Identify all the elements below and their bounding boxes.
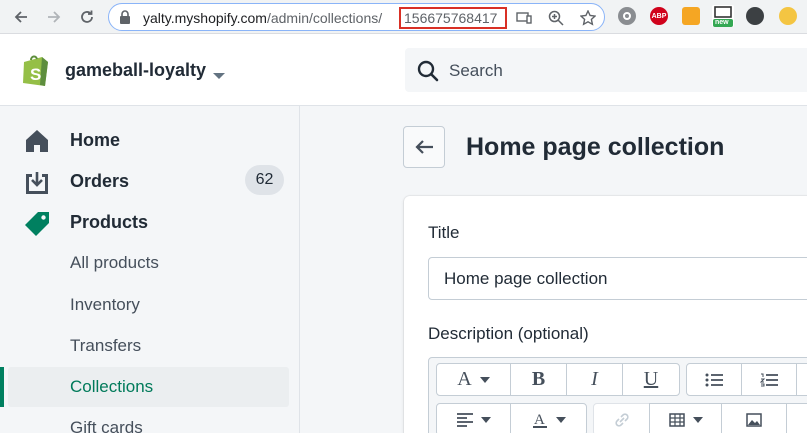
svg-text:A: A <box>534 412 545 428</box>
browser-chrome: yalty.myshopify.com/admin/collections/ 1… <box>0 0 807 34</box>
italic-button[interactable]: I <box>566 363 623 396</box>
address-bar[interactable]: yalty.myshopify.com/admin/collections/ 1… <box>108 3 605 31</box>
reload-icon[interactable] <box>76 6 98 28</box>
italic-label: I <box>591 368 598 390</box>
sidebar-item-home[interactable]: Home <box>0 120 300 160</box>
url-text: yalty.myshopify.com/admin/collections/ 1… <box>143 7 507 29</box>
text-color-icon: A <box>532 412 547 428</box>
lock-icon <box>119 10 131 29</box>
admin-top-bar: S gameball-loyalty Search <box>0 34 807 106</box>
link-button[interactable] <box>593 403 650 433</box>
numbered-list-icon <box>760 373 778 386</box>
cart-icon[interactable] <box>682 7 700 25</box>
bookmark-star-icon[interactable] <box>579 9 597 27</box>
search-icon <box>417 60 439 87</box>
sidebar-item-label: Home <box>70 130 121 150</box>
table-icon <box>668 412 685 427</box>
sidebar-item-label: Orders <box>70 171 130 191</box>
align-button[interactable] <box>436 403 511 433</box>
sidebar-subitem-label: Collections <box>70 377 154 396</box>
search-input[interactable]: Search <box>405 48 807 92</box>
orders-icon <box>24 170 50 194</box>
sidebar-item-orders[interactable]: Orders 62 <box>0 161 300 201</box>
search-placeholder: Search <box>449 61 503 80</box>
bold-label: B <box>531 368 546 390</box>
image-icon <box>746 412 762 427</box>
description-label: Description (optional) <box>428 324 589 343</box>
chevron-down-icon[interactable] <box>212 67 226 85</box>
page-title: Home page collection <box>466 133 725 161</box>
sidebar-subitem-transfers[interactable]: Transfers <box>0 326 300 366</box>
underline-button[interactable]: U <box>622 363 680 396</box>
home-icon <box>24 129 50 153</box>
chevron-down-icon <box>480 416 491 423</box>
sidebar-nav: Home Orders 62 Products All products Inv… <box>0 106 300 433</box>
new-badge-label: new <box>715 19 729 26</box>
underline-label: U <box>643 368 659 390</box>
text-color-button[interactable]: A <box>510 403 587 433</box>
outdent-button[interactable] <box>796 363 807 396</box>
sidebar-subitem-gift-cards[interactable]: Gift cards <box>0 408 300 433</box>
zoom-icon[interactable] <box>547 9 565 27</box>
cast-icon[interactable] <box>515 9 533 27</box>
new-extension-icon[interactable]: new <box>712 5 734 27</box>
forward-arrow-icon[interactable] <box>43 6 65 28</box>
sidebar-subitem-label: Inventory <box>70 295 140 314</box>
back-button[interactable] <box>403 126 445 168</box>
url-host: yalty.myshopify.com <box>143 10 267 26</box>
numbered-list-button[interactable] <box>741 363 797 396</box>
sidebar-subitem-collections[interactable]: Collections <box>0 367 300 407</box>
title-field[interactable] <box>428 257 807 300</box>
arrow-left-icon <box>415 140 433 154</box>
insert-video-button[interactable] <box>786 403 807 433</box>
title-label: Title <box>428 223 460 242</box>
table-button[interactable] <box>649 403 722 433</box>
font-size-label: A <box>457 368 472 390</box>
shopify-logo-icon[interactable]: S <box>20 53 52 92</box>
sidebar-item-label: Products <box>70 212 149 232</box>
settings-icon[interactable] <box>618 7 636 25</box>
bullet-list-button[interactable] <box>686 363 742 396</box>
sidebar-subitem-inventory[interactable]: Inventory <box>0 285 300 325</box>
insert-image-button[interactable] <box>721 403 787 433</box>
sidebar-subitem-label: Transfers <box>70 336 142 355</box>
active-indicator <box>0 367 4 407</box>
chevron-down-icon <box>692 416 703 423</box>
font-size-button[interactable]: A <box>436 363 511 396</box>
profile-icon[interactable] <box>779 7 797 25</box>
sidebar-item-products[interactable]: Products <box>0 202 300 242</box>
tag-icon <box>24 211 50 236</box>
chevron-down-icon <box>555 416 566 423</box>
sidebar-subitem-all-products[interactable]: All products <box>0 243 300 283</box>
align-left-icon <box>456 412 473 427</box>
adblock-icon[interactable]: ABP <box>650 7 668 25</box>
url-path: /admin/collections/ <box>266 10 383 26</box>
orders-count-badge: 62 <box>245 165 284 195</box>
store-name[interactable]: gameball-loyalty <box>65 60 206 81</box>
bullet-list-icon <box>705 373 723 386</box>
url-collection-id: 156675768417 <box>399 7 507 29</box>
sidebar-subitem-label: All products <box>70 253 159 272</box>
sidebar-subitem-label: Gift cards <box>70 418 143 433</box>
back-arrow-icon[interactable] <box>10 6 32 28</box>
bold-button[interactable]: B <box>510 363 567 396</box>
camera-icon[interactable] <box>746 7 764 25</box>
chevron-down-icon <box>479 376 490 383</box>
svg-text:S: S <box>30 65 41 84</box>
link-icon <box>614 412 629 427</box>
